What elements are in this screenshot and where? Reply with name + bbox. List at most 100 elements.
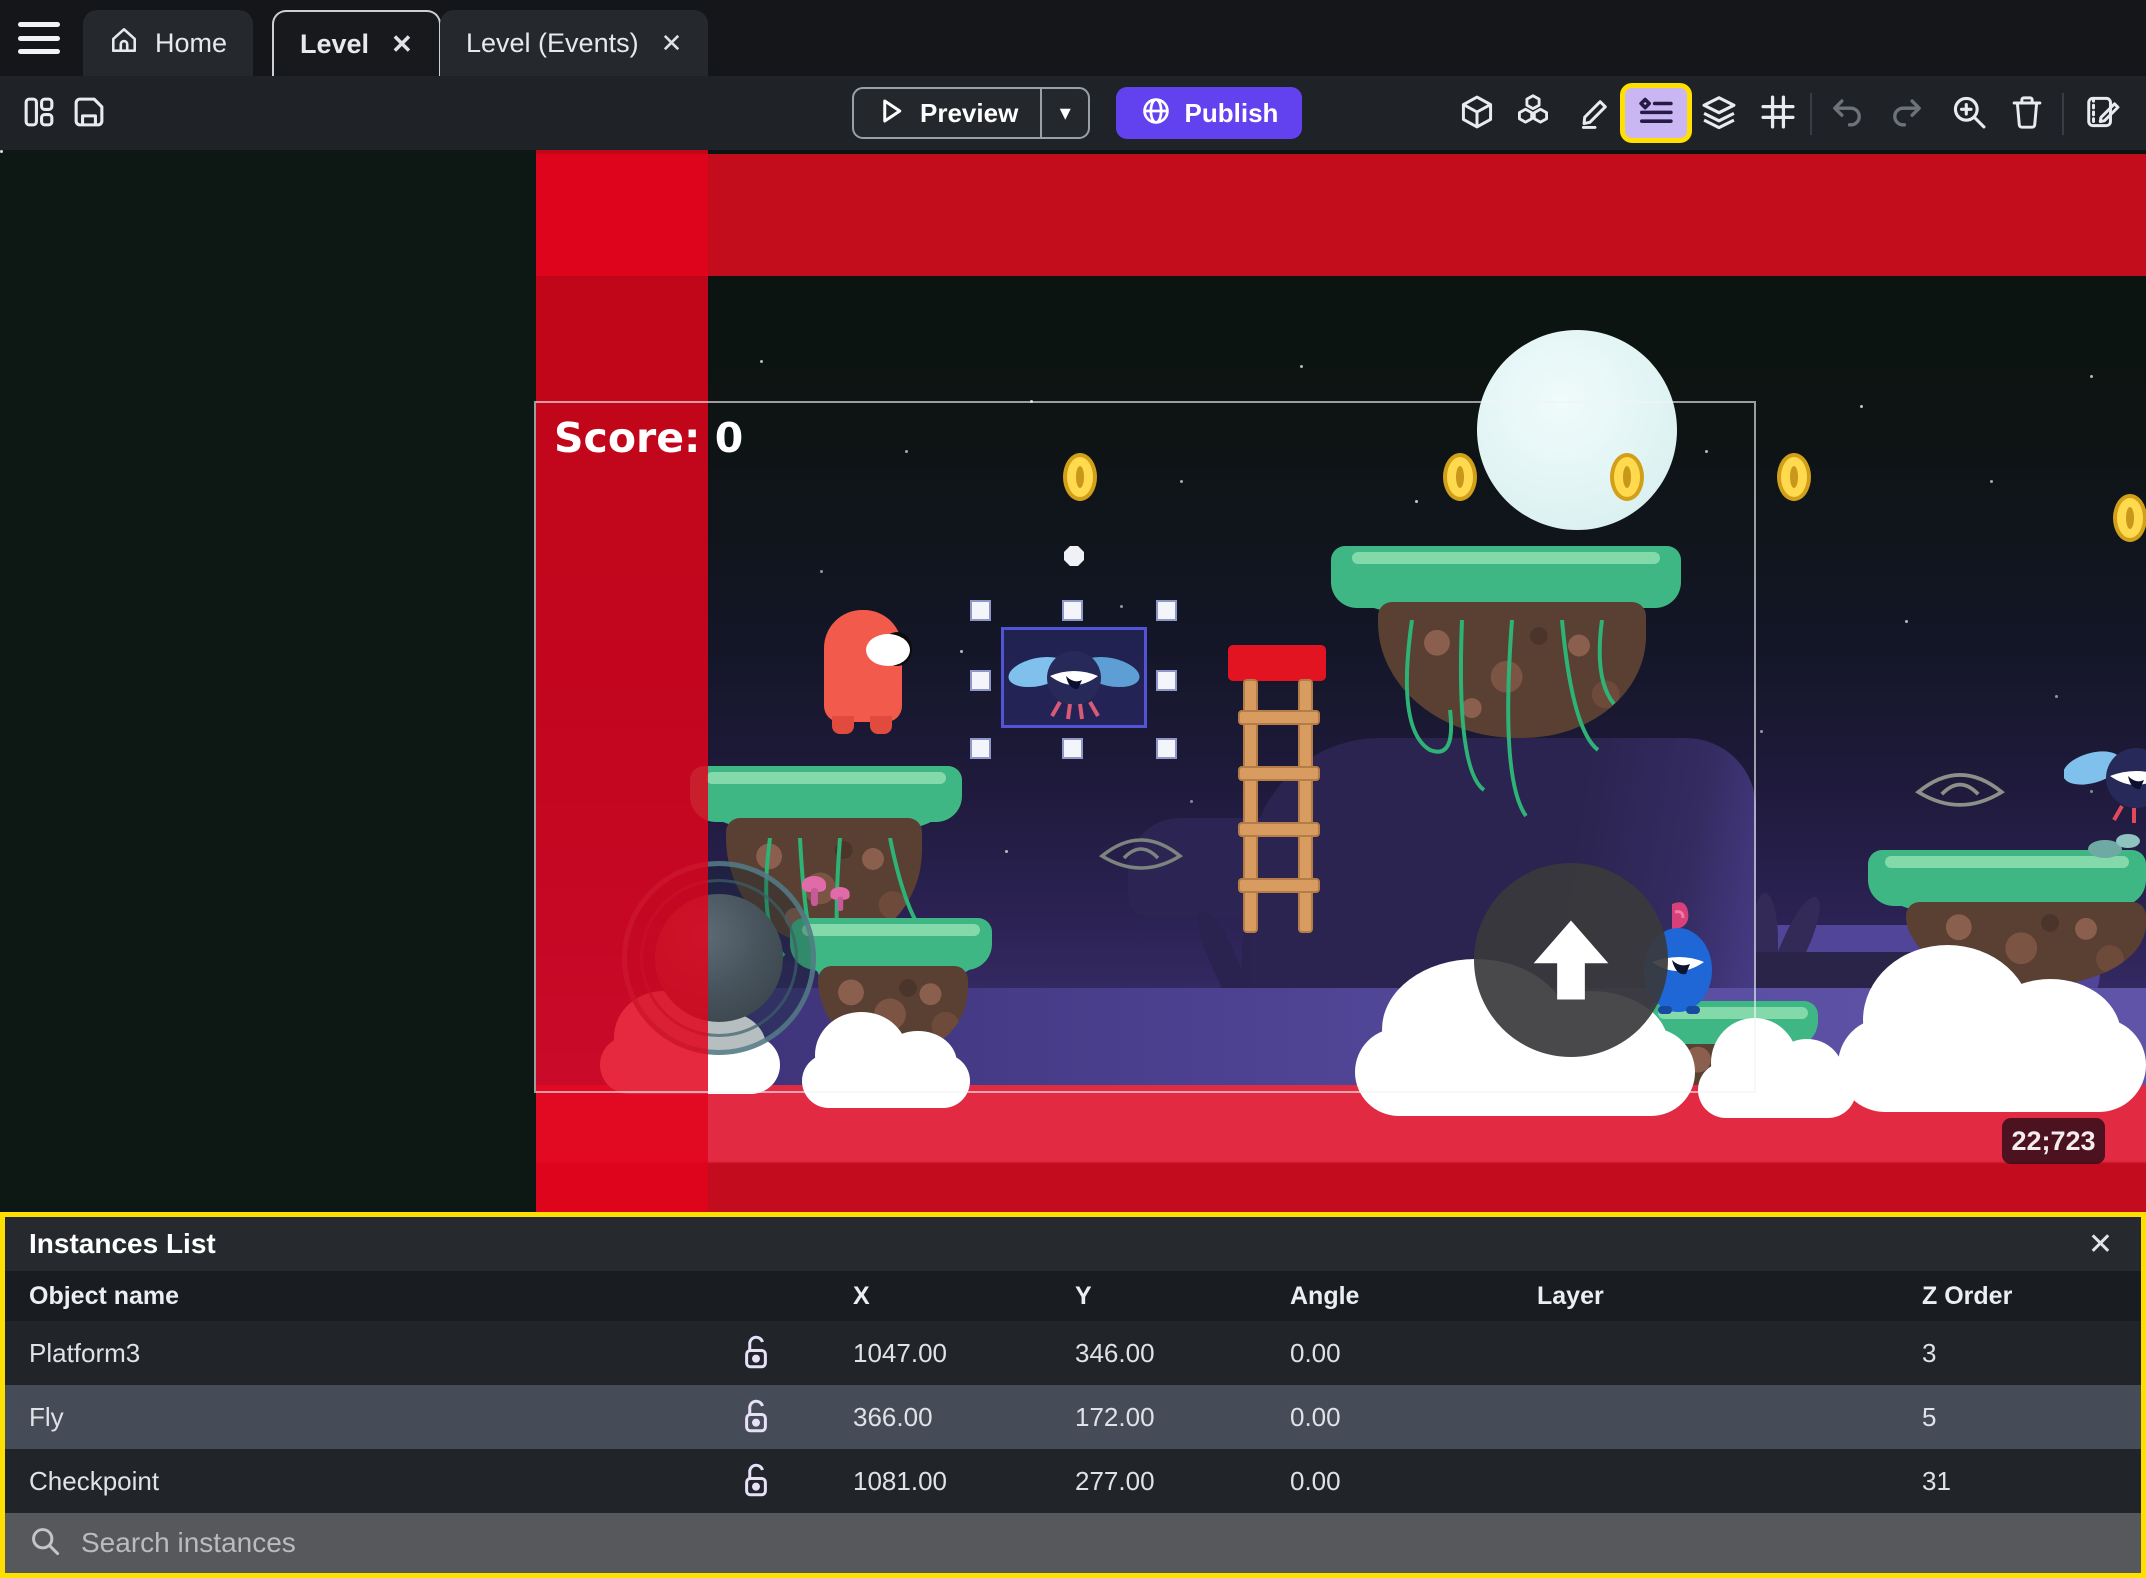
save-icon — [71, 94, 107, 135]
search-row — [5, 1513, 2141, 1573]
stars — [0, 150, 3, 153]
table-row[interactable]: Platform3 1047.00 346.00 0.00 3 — [5, 1321, 2141, 1385]
cloud — [1838, 944, 2146, 1112]
lock-toggle[interactable] — [741, 1334, 853, 1372]
resize-handle[interactable] — [1156, 600, 1177, 621]
instance-x: 1081.00 — [853, 1465, 947, 1496]
close-icon[interactable]: ✕ — [385, 29, 413, 60]
zoom-in-button[interactable] — [1946, 91, 1992, 137]
col-y: Y — [1075, 1281, 1092, 1310]
hamburger-menu-icon[interactable] — [18, 22, 60, 54]
instance-name: Checkpoint — [29, 1465, 160, 1496]
instances-list-button[interactable] — [1620, 83, 1692, 143]
home-icon — [109, 25, 139, 62]
tab-label: Home — [155, 27, 228, 58]
toolbar-separator — [2062, 93, 2064, 135]
grid-icon — [1759, 93, 1797, 136]
instance-x: 1047.00 — [853, 1337, 947, 1368]
preview-button[interactable]: Preview ▾ — [852, 87, 1091, 139]
lock-toggle[interactable] — [741, 1462, 853, 1500]
instance-angle: 0.00 — [1290, 1465, 1341, 1496]
panel-title: Instances List — [29, 1228, 216, 1259]
instance-y: 277.00 — [1075, 1465, 1155, 1496]
trash-icon — [2009, 94, 2045, 135]
search-instances-input[interactable] — [81, 1527, 2117, 1559]
resize-handle[interactable] — [1062, 600, 1083, 621]
scene-editor-canvas[interactable]: Score: 0 22;723 — [0, 150, 2146, 1212]
app-window: Home Level ✕ Level (Events) ✕ Preview ▾ — [0, 0, 2146, 1578]
resize-handle[interactable] — [1062, 738, 1083, 759]
instance-angle: 0.00 — [1290, 1401, 1341, 1432]
instances-list-icon — [1637, 92, 1675, 135]
fly-enemy-selected — [1008, 650, 1140, 719]
col-angle: Angle — [1290, 1281, 1360, 1310]
preview-dropdown-button[interactable]: ▾ — [1040, 89, 1088, 137]
resize-handle[interactable] — [1156, 738, 1177, 759]
grid-button[interactable] — [1755, 91, 1801, 137]
selected-instance-box[interactable] — [1001, 627, 1147, 728]
instances-table-header: Object name X Y Angle Layer Z Order — [5, 1271, 2141, 1321]
col-object-name: Object name — [29, 1281, 180, 1310]
toolbar-separator — [1810, 93, 1812, 135]
toolbar: Preview ▾ Publish — [0, 76, 2146, 150]
zoom-in-icon — [1950, 93, 1988, 136]
table-row-selected[interactable]: Fly 366.00 172.00 0.00 5 — [5, 1385, 2141, 1449]
redo-button[interactable] — [1884, 91, 1930, 137]
publish-button[interactable]: Publish — [1116, 87, 1302, 139]
lock-open-icon — [745, 1399, 767, 1433]
coin[interactable] — [1777, 453, 1811, 501]
instance-z: 5 — [1922, 1401, 1937, 1432]
panels-layout-button[interactable] — [16, 91, 62, 137]
undo-button[interactable] — [1824, 91, 1870, 137]
resize-handle[interactable] — [1156, 670, 1177, 691]
layers-icon — [1700, 93, 1738, 136]
cube-icon — [1458, 93, 1496, 136]
play-icon — [876, 96, 906, 131]
instance-angle: 0.00 — [1290, 1337, 1341, 1368]
layers-button[interactable] — [1696, 91, 1742, 137]
save-button[interactable] — [66, 91, 112, 137]
coin[interactable] — [2113, 494, 2146, 542]
tab-home[interactable]: Home — [83, 10, 254, 76]
search-icon — [29, 1525, 61, 1562]
resize-handle[interactable] — [970, 738, 991, 759]
lock-open-icon — [745, 1463, 767, 1497]
col-x: X — [853, 1281, 870, 1310]
cursor-coordinates-badge: 22;723 — [2002, 1118, 2105, 1164]
delete-button[interactable] — [2004, 91, 2050, 137]
fly-enemy[interactable] — [2064, 732, 2146, 832]
3d-box-button[interactable] — [1454, 91, 1500, 137]
pencil-icon — [1577, 94, 1613, 135]
tab-label: Level (Events) — [466, 27, 639, 58]
col-layer: Layer — [1537, 1281, 1604, 1310]
close-icon[interactable]: ✕ — [2088, 1227, 2113, 1262]
undo-icon — [1829, 94, 1865, 135]
instance-y: 346.00 — [1075, 1337, 1155, 1368]
tab-level[interactable]: Level ✕ — [272, 10, 441, 76]
resize-handle[interactable] — [970, 600, 991, 621]
camera-bounds-frame — [534, 401, 1756, 1093]
instance-z: 3 — [1922, 1337, 1937, 1368]
globe-icon — [1140, 95, 1172, 132]
edit-properties-button[interactable] — [1572, 91, 1618, 137]
layout-icon — [21, 94, 57, 135]
redo-icon — [1889, 94, 1925, 135]
table-row[interactable]: Checkpoint 1081.00 277.00 0.00 31 — [5, 1449, 2141, 1513]
tab-bar: Home Level ✕ Level (Events) ✕ — [0, 0, 2146, 76]
lock-toggle[interactable] — [741, 1398, 853, 1436]
objects-button[interactable] — [1510, 91, 1556, 137]
close-icon[interactable]: ✕ — [655, 28, 683, 59]
platform-grass[interactable] — [1868, 850, 2146, 920]
edit-scene-properties-button[interactable] — [2080, 91, 2126, 137]
instance-name: Platform3 — [29, 1337, 141, 1368]
resize-handle[interactable] — [970, 670, 991, 691]
instance-y: 172.00 — [1075, 1401, 1155, 1432]
lock-open-icon — [745, 1335, 767, 1369]
score-text: Score: 0 — [554, 414, 744, 462]
instance-x: 366.00 — [853, 1401, 933, 1432]
tab-label: Level — [300, 28, 370, 59]
instance-name: Fly — [29, 1401, 64, 1432]
tab-level-events[interactable]: Level (Events) ✕ — [440, 10, 709, 76]
preview-label: Preview — [920, 97, 1019, 128]
col-z-order: Z Order — [1922, 1281, 2013, 1310]
